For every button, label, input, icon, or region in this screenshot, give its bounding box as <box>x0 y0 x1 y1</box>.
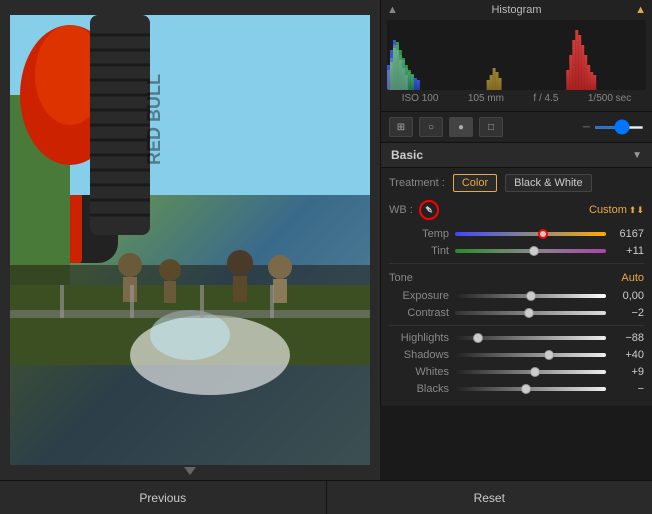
blacks-slider-track[interactable] <box>455 387 606 391</box>
color-treatment-btn[interactable]: Color <box>453 174 497 192</box>
exif-info: ISO 100 105 mm f / 4.5 1/500 sec <box>387 90 646 107</box>
eyedropper-icon: ✒ <box>420 201 437 218</box>
shadows-slider-track[interactable] <box>455 353 606 357</box>
contrast-slider-handle[interactable] <box>524 308 534 318</box>
svg-text:RED BULL: RED BULL <box>144 74 164 165</box>
tint-label: Tint <box>389 245 449 257</box>
highlights-slider-handle[interactable] <box>473 333 483 343</box>
exposure-slider-handle[interactable] <box>526 291 536 301</box>
tint-slider-handle[interactable] <box>529 246 539 256</box>
basic-section-arrow: ▼ <box>632 150 642 161</box>
treatment-row: Treatment : Color Black & White <box>389 174 644 192</box>
exposure-label: Exposure <box>389 290 449 302</box>
contrast-label: Contrast <box>389 307 449 319</box>
temp-label: Temp <box>389 228 449 240</box>
reset-button[interactable]: Reset <box>327 481 652 514</box>
tint-slider-track[interactable] <box>455 249 606 253</box>
temp-slider-handle[interactable] <box>538 229 548 239</box>
histogram-triangle-right[interactable]: ▲ <box>635 4 646 16</box>
whites-value: +9 <box>612 366 644 378</box>
wb-label: WB : <box>389 204 413 216</box>
exif-focal: 105 mm <box>468 93 504 104</box>
basic-section-label: Basic <box>391 148 423 162</box>
shadows-value: +40 <box>612 349 644 361</box>
divider-tone <box>389 263 644 264</box>
wb-eyedropper-btn[interactable]: ✒ <box>419 200 439 220</box>
wb-row: WB : ✒ Custom ⬆⬇ <box>389 200 644 220</box>
histogram-section: ▲ Histogram ▲ <box>381 0 652 112</box>
tone-label: Tone <box>389 272 413 284</box>
exposure-slider-row: Exposure 0,00 <box>389 290 644 302</box>
whites-slider-handle[interactable] <box>530 367 540 377</box>
contrast-value: −2 <box>612 307 644 319</box>
exposure-slider-track[interactable] <box>455 294 606 298</box>
highlights-label: Highlights <box>389 332 449 344</box>
histogram-header: ▲ Histogram ▲ <box>387 4 646 16</box>
bw-treatment-btn[interactable]: Black & White <box>505 174 591 192</box>
histogram-canvas <box>387 20 646 90</box>
shadows-slider-row: Shadows +40 <box>389 349 644 361</box>
photo-panel: RED BULL <box>0 0 380 480</box>
contrast-slider-track[interactable] <box>455 311 606 315</box>
exif-aperture: f / 4.5 <box>533 93 558 104</box>
basic-section-header[interactable]: Basic ▼ <box>381 143 652 168</box>
previous-button[interactable]: Previous <box>0 481 326 514</box>
treatment-label: Treatment : <box>389 177 445 189</box>
grid-tool-btn[interactable]: ⊞ <box>389 117 413 137</box>
shadows-slider-handle[interactable] <box>544 350 554 360</box>
tone-header-row: Tone Auto <box>389 270 644 286</box>
wb-dropdown[interactable]: Custom ⬆⬇ <box>589 204 644 216</box>
tools-row: ⊞ ○ ● □ ─ <box>381 112 652 143</box>
wb-value: Custom <box>589 204 627 216</box>
wb-dropdown-arrow: ⬆⬇ <box>629 205 644 216</box>
temp-slider-row: Temp 6167 <box>389 228 644 240</box>
exposure-value: 0,00 <box>612 290 644 302</box>
blacks-value: − <box>612 383 644 395</box>
temp-value: 6167 <box>612 228 644 240</box>
tint-slider-row: Tint +11 <box>389 245 644 257</box>
blacks-slider-handle[interactable] <box>521 384 531 394</box>
temp-slider-track[interactable] <box>455 232 606 236</box>
whites-label: Whites <box>389 366 449 378</box>
rect-tool-btn[interactable]: □ <box>479 117 503 137</box>
whites-slider-track[interactable] <box>455 370 606 374</box>
tool-slider[interactable] <box>594 126 644 129</box>
basic-panel: Treatment : Color Black & White WB : ✒ C… <box>381 168 652 406</box>
histogram-triangle-left[interactable]: ▲ <box>387 4 398 16</box>
highlights-slider-track[interactable] <box>455 336 606 340</box>
bottom-bar: Previous Reset <box>0 480 652 514</box>
photo-container: RED BULL <box>10 15 370 465</box>
tint-value: +11 <box>612 245 644 257</box>
photo-nav-arrow[interactable] <box>184 467 196 475</box>
circle-tool-btn[interactable]: ○ <box>419 117 443 137</box>
auto-btn[interactable]: Auto <box>621 272 644 284</box>
highlights-value: −88 <box>612 332 644 344</box>
whites-slider-row: Whites +9 <box>389 366 644 378</box>
contrast-slider-row: Contrast −2 <box>389 307 644 319</box>
divider-1 <box>389 325 644 326</box>
dot-tool-btn[interactable]: ● <box>449 117 473 137</box>
shadows-label: Shadows <box>389 349 449 361</box>
blacks-slider-row: Blacks − <box>389 383 644 395</box>
exif-shutter: 1/500 sec <box>588 93 631 104</box>
highlights-slider-row: Highlights −88 <box>389 332 644 344</box>
blacks-label: Blacks <box>389 383 449 395</box>
histogram-title: Histogram <box>491 4 541 16</box>
photo-image: RED BULL <box>10 15 370 465</box>
exif-iso: ISO 100 <box>402 93 439 104</box>
